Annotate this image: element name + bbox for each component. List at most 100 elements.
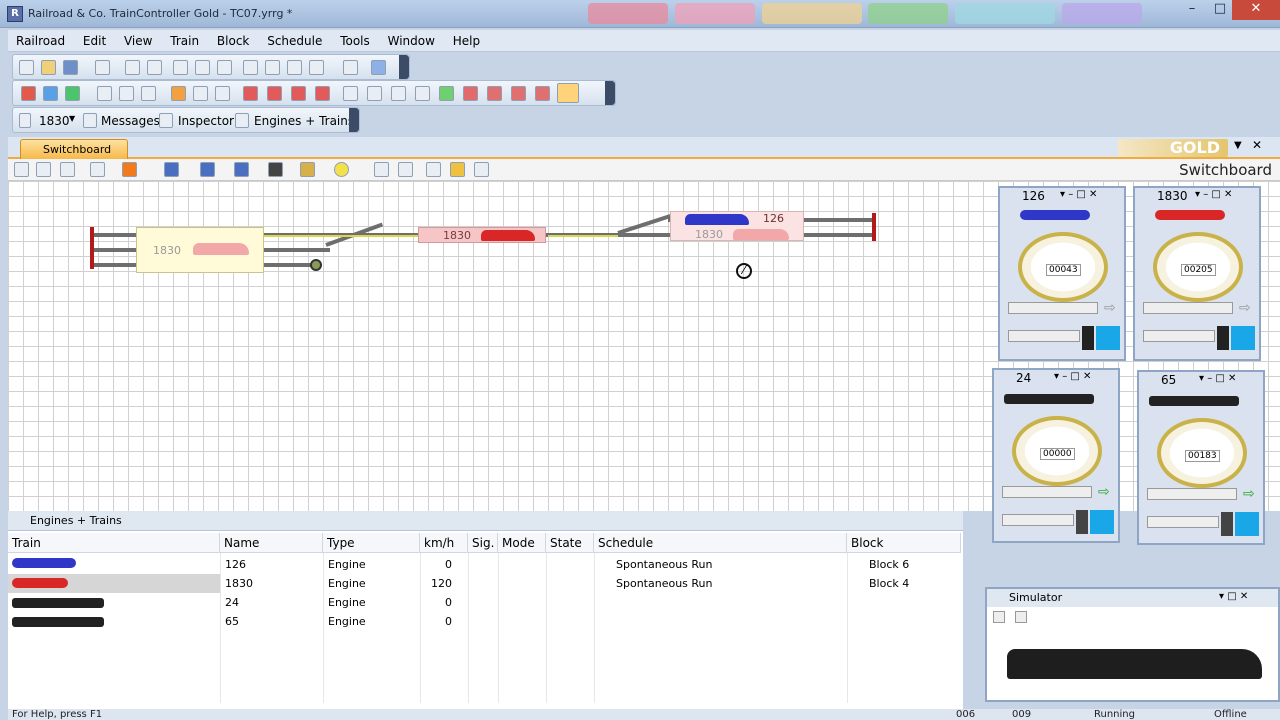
menu-railroad[interactable]: Railroad [8,30,71,48]
paste-icon[interactable] [217,60,232,75]
stop-all-icon[interactable] [21,86,36,101]
column-header-sig[interactable]: Sig. [468,533,498,553]
train-126[interactable] [685,214,749,225]
turntable-icon[interactable] [391,86,406,101]
taskbar-pill-cyan[interactable] [955,3,1055,24]
crossing-icon[interactable] [343,86,358,101]
throttle-slider[interactable] [1002,514,1074,526]
menu-edit[interactable]: Edit [75,30,112,48]
column-header-block[interactable]: Block [847,533,961,553]
throttle-slider[interactable] [1147,516,1219,528]
messages-icon[interactable] [83,113,97,128]
throttle-slider[interactable] [1008,330,1080,342]
clock-icon[interactable] [557,83,579,103]
block-icon[interactable] [193,86,208,101]
toolbar-grip[interactable] [399,55,409,79]
block-right[interactable]: 126 1830 [670,211,804,241]
text-box-icon[interactable] [398,162,413,177]
block-left[interactable]: 1830 [136,227,264,273]
track-icon[interactable] [164,162,179,177]
simulator-window-controls[interactable]: ▾ □ ✕ [1219,591,1248,602]
menu-schedule[interactable]: Schedule [259,30,328,48]
taskbar-pill-rose[interactable] [675,3,755,24]
close-icon[interactable]: ✕ [1232,0,1280,20]
rotate-right-icon[interactable] [265,60,280,75]
unlink-icon[interactable] [511,86,526,101]
color-icon[interactable] [122,162,137,177]
column-header-type[interactable]: Type [323,533,420,553]
track-diagonal-right[interactable] [617,214,671,235]
direction-arrow-icon[interactable]: ⇨ [1098,484,1110,500]
redo-icon[interactable] [147,60,162,75]
row-block[interactable]: Block 6 [849,555,909,574]
pencil-icon[interactable] [60,162,75,177]
print-icon[interactable] [95,60,110,75]
row-schedule[interactable]: Spontaneous Run [596,555,712,574]
engine-panel-1830[interactable]: 1830 ▾ – □ ✕ 00205 ⇨ [1133,186,1261,361]
direction-arrow-icon[interactable]: ⇨ [1239,300,1251,316]
speed-slider[interactable] [1002,486,1092,498]
brush-icon[interactable] [90,162,105,177]
inspector-icon[interactable] [159,113,173,128]
row-name[interactable]: 1830 [222,574,253,593]
row-name[interactable]: 24 [222,593,239,612]
speed-slider[interactable] [1143,302,1233,314]
taskbar-pill-yellow[interactable] [762,3,862,24]
direction-arrow-icon[interactable]: ⇨ [1104,300,1116,316]
route-icon[interactable] [215,86,230,101]
row-block[interactable]: Block 4 [849,574,909,593]
turnout-icon[interactable] [200,162,215,177]
engine-select-icon[interactable] [19,113,31,128]
direction-arrow-icon[interactable]: ⇨ [1243,486,1255,502]
menu-train[interactable]: Train [162,30,205,48]
chevron-down-icon[interactable]: ▼ [69,114,75,123]
locked-icon[interactable] [141,86,156,101]
undo-icon[interactable] [125,60,140,75]
picture-icon[interactable] [426,162,441,177]
function-button[interactable] [1096,326,1120,350]
row-name[interactable]: 126 [222,555,246,574]
turntable-icon[interactable] [310,259,322,271]
grid-icon[interactable] [309,60,324,75]
help-icon[interactable] [371,60,386,75]
taskbar-pill-pink[interactable] [588,3,668,24]
tools-icon[interactable] [343,60,358,75]
engines-trains-icon[interactable] [235,113,249,128]
rotate-left-icon[interactable] [243,60,258,75]
engine-panel-24[interactable]: 24 ▾ – □ ✕ 00000 ⇨ [992,368,1120,543]
marker-icon[interactable] [291,86,306,101]
panel-window-controls[interactable]: ▾ – □ ✕ [1054,371,1091,382]
link-icon[interactable] [487,86,502,101]
new-icon[interactable] [19,60,34,75]
switch-icon[interactable] [367,86,382,101]
column-header-name[interactable]: Name [220,533,323,553]
function-button[interactable] [1231,326,1255,350]
detector-icon[interactable] [243,86,258,101]
circle-icon[interactable] [334,162,349,177]
toolbar-grip[interactable] [349,108,359,132]
gear-icon[interactable] [450,162,465,177]
hand-icon[interactable] [36,162,51,177]
column-header-train[interactable]: Train [8,533,220,553]
image-icon[interactable] [474,162,489,177]
speed-slider[interactable] [1008,302,1098,314]
row-name[interactable]: 65 [222,612,239,631]
text-icon[interactable] [439,86,454,101]
chain-icon[interactable] [535,86,550,101]
go-icon[interactable] [65,86,80,101]
close-x-icon[interactable] [463,86,478,101]
column-header-mode[interactable]: Mode [498,533,546,553]
pointer-icon[interactable] [14,162,29,177]
flag-icon[interactable] [315,86,330,101]
toolbar-grip[interactable] [605,81,615,105]
label-icon[interactable] [374,162,389,177]
arrow-icon[interactable] [234,162,249,177]
column-header-kmh[interactable]: km/h [420,533,468,553]
taskbar-pill-green[interactable] [868,3,948,24]
open-icon[interactable] [41,60,56,75]
engines-trains-button[interactable]: Engines + Trains [254,114,354,128]
speed-slider[interactable] [1147,488,1237,500]
menu-window[interactable]: Window [380,30,441,48]
signal-icon[interactable] [171,86,186,101]
sound-icon[interactable] [415,86,430,101]
